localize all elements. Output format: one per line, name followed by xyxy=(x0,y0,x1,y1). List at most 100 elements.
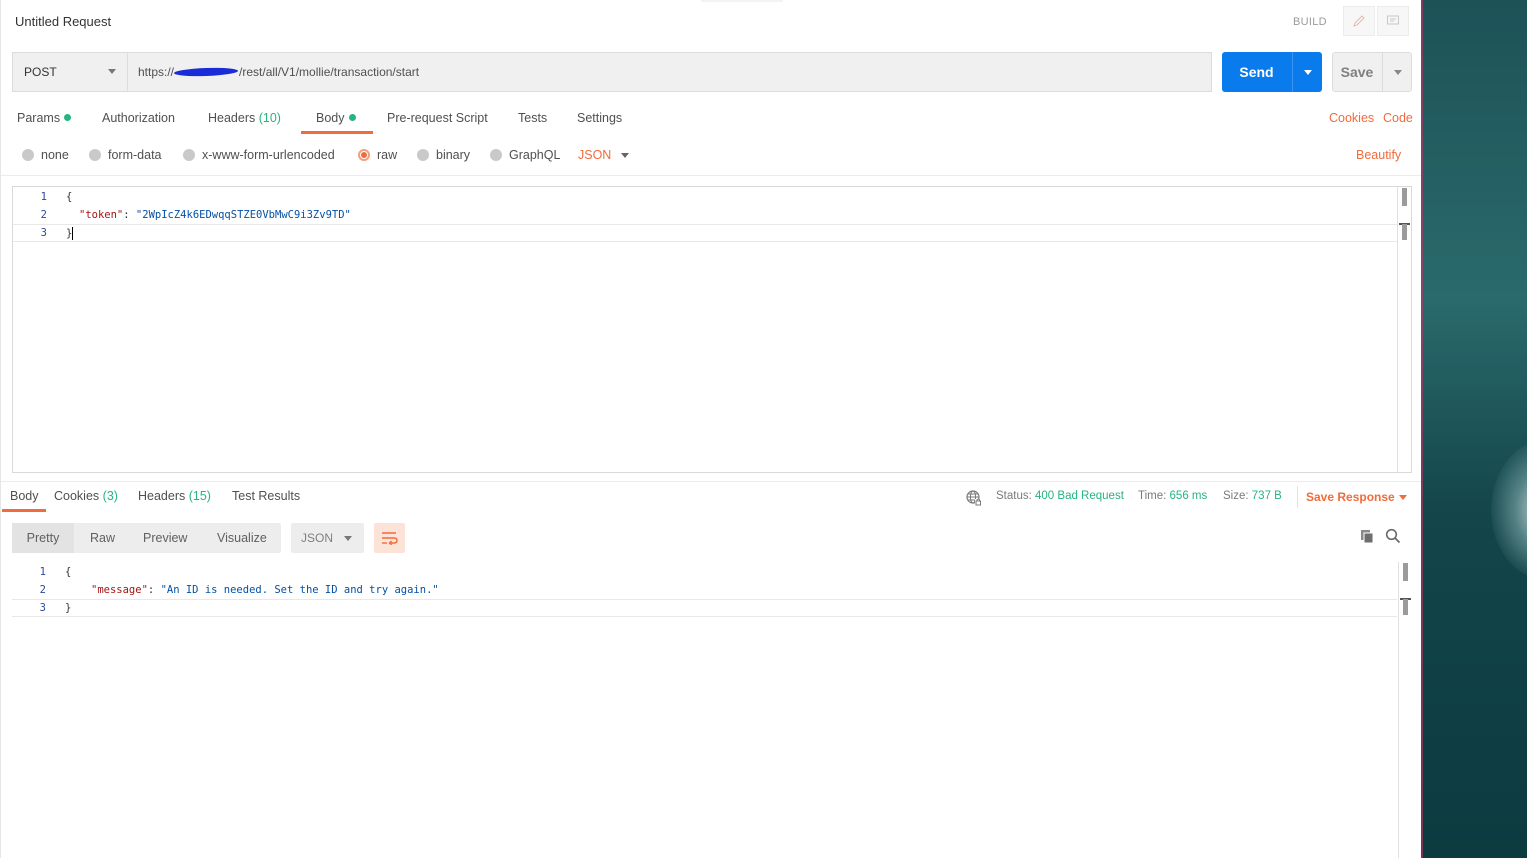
chevron-down-icon xyxy=(108,69,116,74)
response-tab-cookies-label: Cookies xyxy=(54,489,100,503)
radio-urlencoded-label: x-www-form-urlencoded xyxy=(202,148,335,162)
tab-headers-label: Headers xyxy=(208,111,256,125)
send-button-group: Send xyxy=(1222,52,1322,92)
response-tab-headers[interactable]: Headers (15) xyxy=(138,489,211,503)
chevron-down-icon[interactable] xyxy=(1399,495,1407,500)
line-number: 1 xyxy=(39,566,46,578)
code-text: } xyxy=(66,226,74,240)
tab-tests[interactable]: Tests xyxy=(518,111,547,125)
mode-visualize[interactable]: Visualize xyxy=(217,523,267,553)
tab-prerequest-script[interactable]: Pre-request Script xyxy=(387,111,488,125)
request-title[interactable]: Untitled Request xyxy=(15,14,111,29)
response-headers-count: (15) xyxy=(188,489,211,503)
copy-icon[interactable] xyxy=(1359,528,1375,547)
save-response-button[interactable]: Save Response xyxy=(1306,490,1395,504)
window-edge xyxy=(1421,0,1423,858)
brace: } xyxy=(65,602,72,614)
chevron-down-icon xyxy=(1393,69,1402,75)
radio-circle xyxy=(490,149,502,161)
tab-headers[interactable]: Headers (10) xyxy=(208,111,281,125)
radio-urlencoded[interactable]: x-www-form-urlencoded xyxy=(183,148,335,162)
time-value[interactable]: 656 ms xyxy=(1170,490,1208,502)
radio-raw-label: raw xyxy=(377,148,398,162)
code-line: 2 "message": "An ID is needed. Set the I… xyxy=(12,581,1397,599)
mode-preview[interactable]: Preview xyxy=(143,523,187,553)
radio-raw[interactable]: raw xyxy=(358,148,397,162)
code-text: } xyxy=(65,602,71,614)
response-body-viewer[interactable]: 1 { 2 "message": "An ID is needed. Set t… xyxy=(12,562,1412,858)
mode-raw[interactable]: Raw xyxy=(90,523,115,553)
tab-params[interactable]: Params xyxy=(17,111,72,125)
time-label: Time: xyxy=(1138,490,1167,502)
search-icon-svg xyxy=(1385,528,1401,544)
save-options-button[interactable] xyxy=(1383,53,1412,91)
scroll-marker-bar xyxy=(1403,599,1408,615)
tab-body[interactable]: Body xyxy=(316,111,356,125)
cookies-count: (3) xyxy=(102,489,118,503)
body-format-select[interactable]: JSON xyxy=(578,148,611,162)
chevron-down-icon[interactable] xyxy=(621,153,629,158)
build-mode-label[interactable]: BUILD xyxy=(1293,16,1327,28)
response-format-select[interactable]: JSON xyxy=(291,523,364,553)
method-select[interactable]: POST xyxy=(12,52,128,92)
response-tab-cookies[interactable]: Cookies (3) xyxy=(54,489,118,503)
line-number: 1 xyxy=(40,191,47,203)
json-colon: : xyxy=(147,584,161,596)
response-tab-test-results[interactable]: Test Results xyxy=(232,489,300,503)
chevron-down-icon xyxy=(1303,69,1312,75)
divider xyxy=(1,175,1422,176)
code-line-active: 3 } xyxy=(13,224,1398,242)
radio-circle xyxy=(417,149,429,161)
json-value: "2WpIcZ4k6EDwqqSTZE0VbMwC9i3Zv9TD" xyxy=(135,209,351,221)
radio-circle xyxy=(183,149,195,161)
response-scrollbar-thumb[interactable] xyxy=(1403,563,1408,581)
code-link[interactable]: Code xyxy=(1383,111,1413,125)
send-button[interactable]: Send xyxy=(1222,52,1291,92)
radio-graphql[interactable]: GraphQL xyxy=(490,148,560,162)
copy-icon-svg xyxy=(1361,530,1374,544)
wallpaper-highlight xyxy=(1491,440,1527,580)
url-input[interactable]: https:// /rest/all/V1/mollie/transaction… xyxy=(127,52,1212,92)
globe-icon[interactable] xyxy=(966,490,982,509)
code-line: 2 "token": "2WpIcZ4k6EDwqqSTZE0VbMwC9i3Z… xyxy=(13,206,1398,224)
search-icon[interactable] xyxy=(1385,528,1401,547)
save-button[interactable]: Save xyxy=(1333,53,1381,91)
radio-none[interactable]: none xyxy=(22,148,69,162)
editor-scrollbar-track[interactable] xyxy=(1397,187,1398,472)
request-body-editor[interactable]: 1 { 2 "token": "2WpIcZ4k6EDwqqSTZE0VbMwC… xyxy=(12,186,1412,473)
radio-binary[interactable]: binary xyxy=(417,148,470,162)
code-line: 1 { xyxy=(12,563,1397,581)
brace: { xyxy=(65,566,72,578)
response-tab-body[interactable]: Body xyxy=(10,489,39,503)
radio-form-data[interactable]: form-data xyxy=(89,148,162,162)
editor-scrollbar-thumb[interactable] xyxy=(1402,188,1407,206)
divider xyxy=(1297,486,1298,508)
save-button-group: Save xyxy=(1332,52,1412,92)
edit-button[interactable] xyxy=(1343,6,1375,36)
line-number: 3 xyxy=(39,602,46,614)
tab-authorization[interactable]: Authorization xyxy=(102,111,175,125)
radio-circle xyxy=(22,149,34,161)
size-value[interactable]: 737 B xyxy=(1252,490,1282,502)
send-options-button[interactable] xyxy=(1293,52,1322,92)
url-path: /rest/all/V1/mollie/transaction/start xyxy=(239,65,420,79)
response-scrollbar-track[interactable] xyxy=(1398,562,1399,858)
response-format-value: JSON xyxy=(301,531,334,545)
cookies-link[interactable]: Cookies xyxy=(1329,111,1374,125)
mode-pretty[interactable]: Pretty xyxy=(12,523,74,553)
comments-button[interactable] xyxy=(1377,6,1409,36)
radio-circle-selected xyxy=(358,149,370,161)
status-info: Status: 400 Bad Request xyxy=(996,490,1124,502)
top-tab-strip xyxy=(701,0,783,2)
tab-settings[interactable]: Settings xyxy=(577,111,622,125)
globe-icon-svg xyxy=(966,490,981,506)
code-line: 1 { xyxy=(13,188,1398,206)
wrap-lines-button[interactable] xyxy=(374,523,405,553)
time-info: Time: 656 ms xyxy=(1138,490,1207,502)
scroll-marker-bar xyxy=(1402,224,1407,240)
status-value[interactable]: 400 Bad Request xyxy=(1035,490,1124,502)
text-cursor xyxy=(72,226,74,240)
line-number: 2 xyxy=(39,584,46,596)
params-indicator-dot xyxy=(64,114,72,121)
beautify-link[interactable]: Beautify xyxy=(1356,148,1401,162)
